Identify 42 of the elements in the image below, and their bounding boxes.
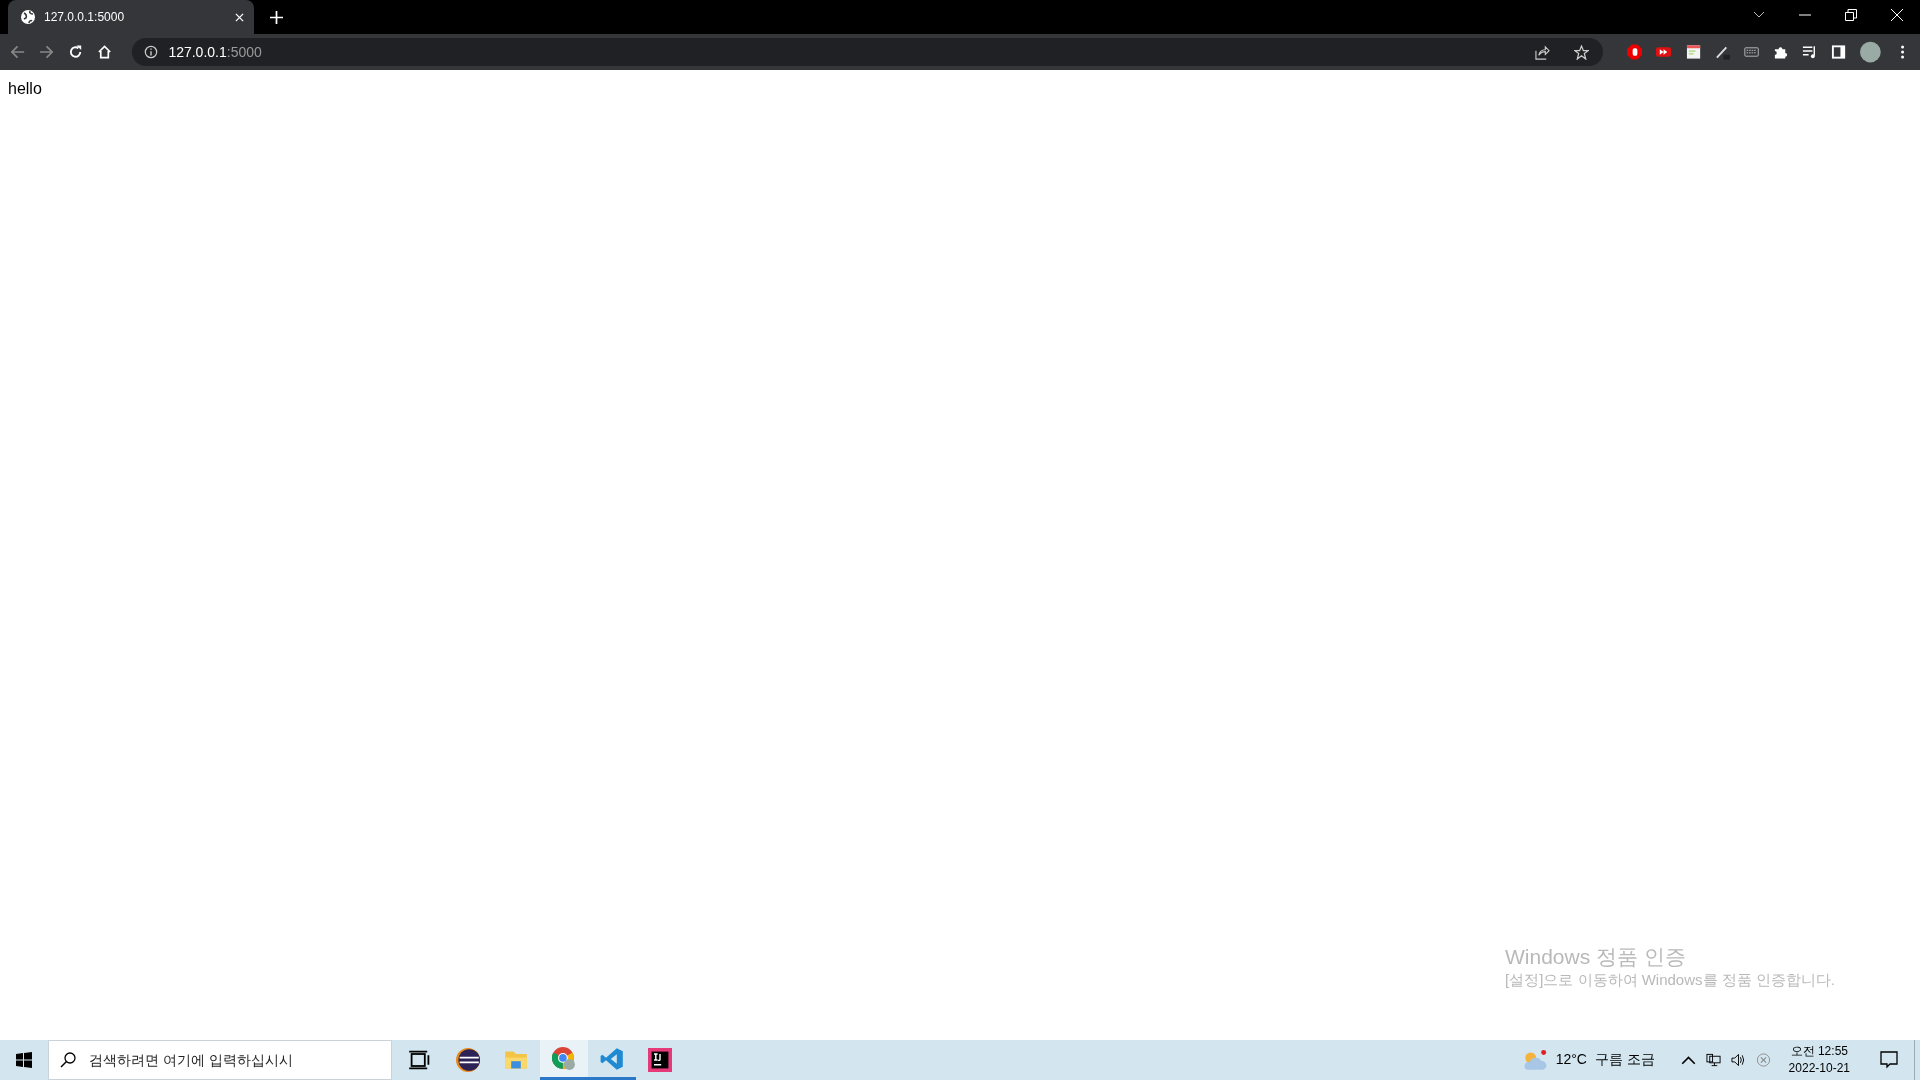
- ide-icon: [648, 1048, 672, 1072]
- forward-arrow-icon[interactable]: [39, 44, 55, 60]
- side-panel-icon[interactable]: [1831, 44, 1847, 60]
- note-icon[interactable]: [1685, 44, 1701, 60]
- activation-message: [설정]으로 이동하여 Windows를 정품 인증합니다.: [1505, 971, 1836, 990]
- page-text: hello: [8, 80, 42, 97]
- restore-icon[interactable]: [1845, 9, 1857, 21]
- puzzle-icon[interactable]: [1772, 44, 1788, 60]
- clock[interactable]: 오전 12:55 2022-10-21: [1788, 1043, 1850, 1077]
- speaker-icon[interactable]: [1730, 1053, 1746, 1067]
- search-field[interactable]: 검색하려면 여기에 입력하십시시: [48, 1040, 392, 1080]
- pen-icon[interactable]: [1714, 44, 1730, 60]
- playlist-icon[interactable]: [1801, 44, 1818, 60]
- hand-icon[interactable]: [1627, 44, 1643, 60]
- globe-icon: [20, 9, 36, 25]
- url-text: 127.0.0.1:5000: [168, 44, 262, 60]
- chevron-up-icon[interactable]: [1680, 1053, 1696, 1067]
- weather-icon: [1521, 1049, 1548, 1071]
- eclipse-icon: [456, 1048, 480, 1072]
- chrome-icon: [552, 1046, 576, 1071]
- windows-start-icon[interactable]: [16, 1052, 32, 1068]
- browser-tab[interactable]: 127.0.0.1:5000: [8, 0, 254, 34]
- network-icon[interactable]: [1705, 1053, 1721, 1067]
- fast-forward-icon[interactable]: [1656, 44, 1672, 60]
- code-editor-icon: [600, 1046, 624, 1071]
- search-icon: [60, 1052, 76, 1068]
- weather-text[interactable]: 12°C 구름 조금: [1555, 1051, 1655, 1069]
- back-arrow-icon[interactable]: [10, 44, 26, 60]
- avatar-icon[interactable]: [1860, 41, 1881, 63]
- keyboard-icon[interactable]: [1743, 44, 1759, 60]
- reload-icon[interactable]: [68, 44, 84, 60]
- share-icon[interactable]: [1535, 44, 1551, 60]
- notification-icon[interactable]: [1880, 1051, 1898, 1069]
- close-icon[interactable]: [235, 12, 244, 22]
- new-tab-icon[interactable]: [270, 11, 283, 24]
- home-icon[interactable]: [97, 44, 113, 60]
- address-bar[interactable]: 127.0.0.1:5000: [132, 38, 1604, 66]
- close-icon[interactable]: [1891, 9, 1903, 21]
- star-icon[interactable]: [1574, 44, 1590, 60]
- task-view-icon: [408, 1048, 432, 1072]
- info-icon: [144, 45, 159, 59]
- activation-title: Windows 정품 인증: [1505, 944, 1687, 970]
